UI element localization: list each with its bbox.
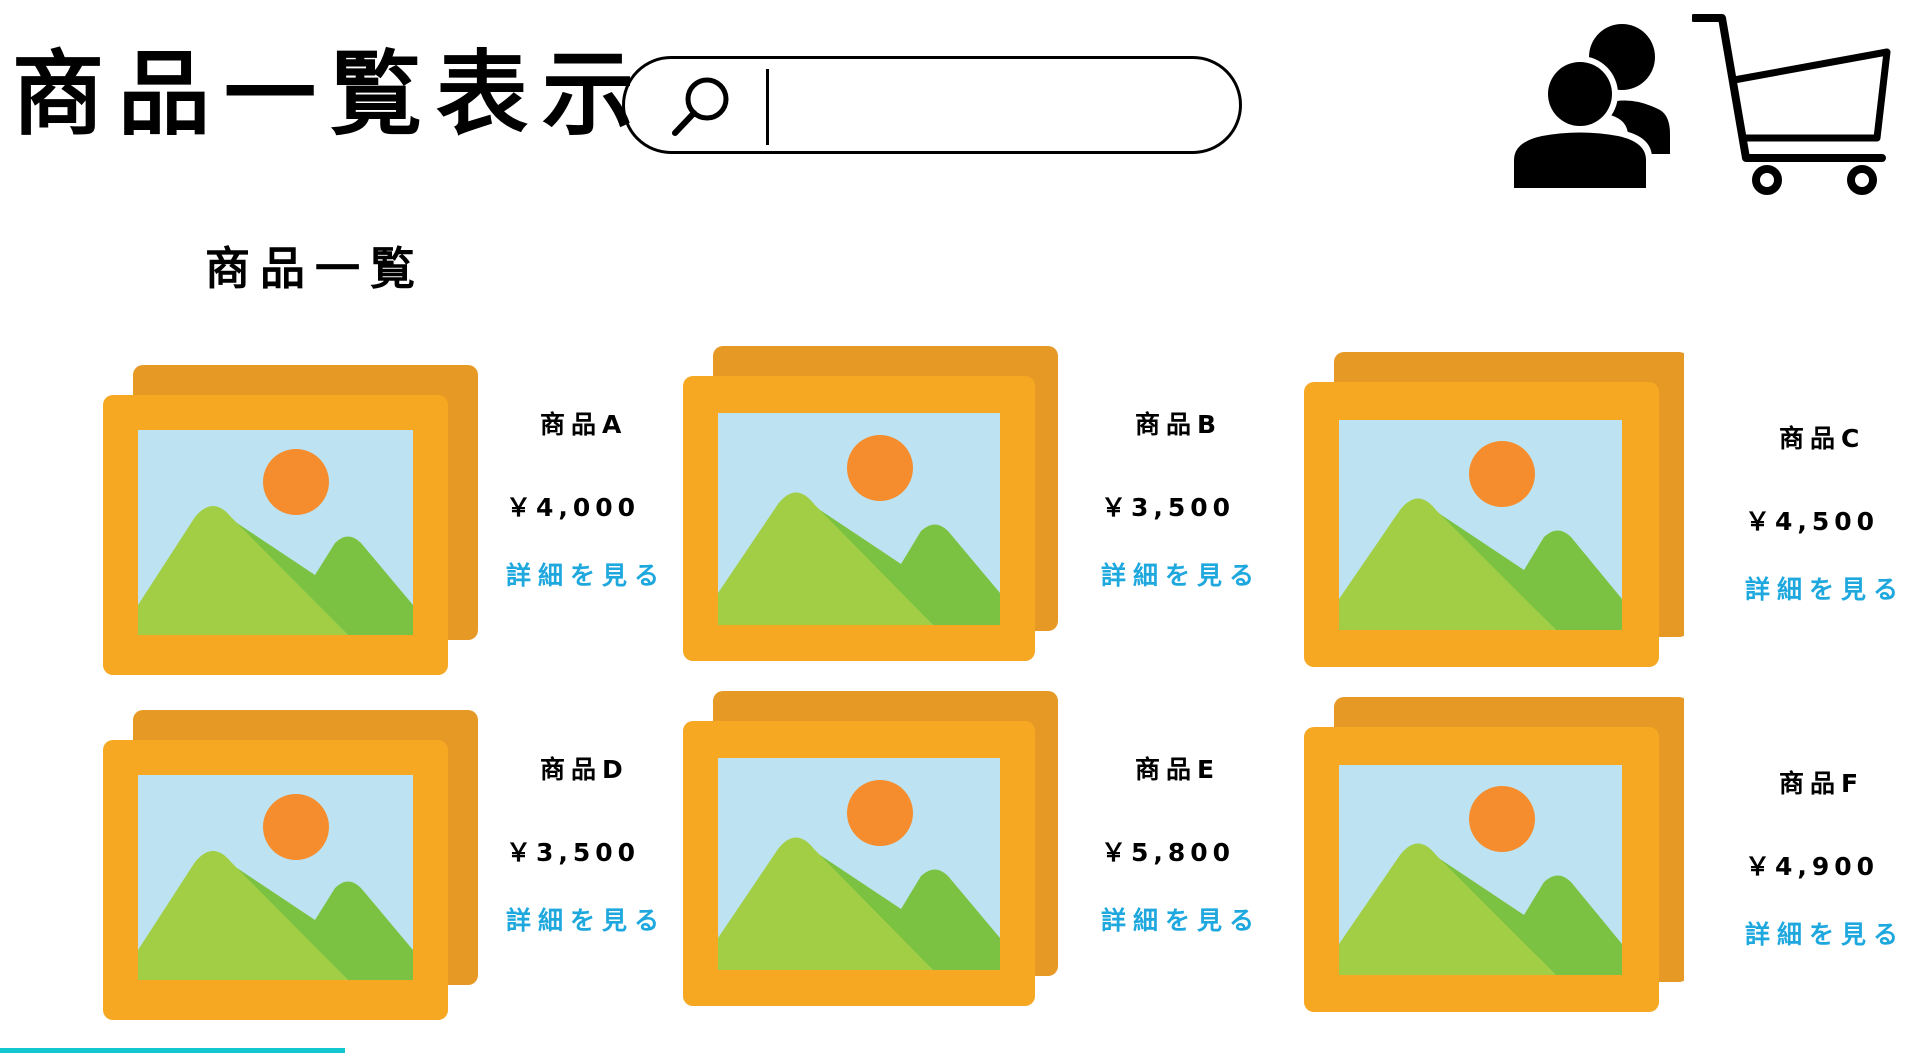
image-placeholder-icon — [683, 691, 1058, 1006]
product-name: 商品B — [1135, 410, 1223, 439]
product-card: 商品A ￥4,000 詳細を見る — [103, 365, 703, 695]
product-price: ￥4,500 — [1745, 507, 1880, 536]
image-placeholder-icon — [1304, 697, 1684, 1012]
cart-icon[interactable] — [1692, 10, 1898, 198]
product-name: 商品F — [1779, 769, 1865, 798]
view-details-link[interactable]: 詳細を見る — [506, 901, 666, 937]
product-name: 商品C — [1779, 424, 1866, 453]
product-price: ￥4,900 — [1745, 852, 1880, 881]
image-placeholder-icon — [1304, 352, 1684, 667]
product-name: 商品D — [540, 755, 629, 784]
search-bar[interactable] — [622, 56, 1242, 154]
view-details-link[interactable]: 詳細を見る — [1745, 570, 1905, 606]
view-details-link[interactable]: 詳細を見る — [1101, 556, 1261, 592]
product-card: 商品E ￥5,800 詳細を見る — [683, 691, 1283, 1021]
image-placeholder-icon — [103, 710, 478, 1020]
accent-bar — [0, 1048, 345, 1053]
view-details-link[interactable]: 詳細を見る — [506, 556, 666, 592]
text-cursor — [766, 69, 769, 145]
search-input[interactable] — [785, 73, 1209, 141]
product-card: 商品C ￥4,500 詳細を見る — [1304, 352, 1904, 682]
product-name: 商品A — [540, 410, 628, 439]
product-price: ￥3,500 — [1101, 493, 1236, 522]
users-icon[interactable] — [1500, 10, 1670, 188]
product-name: 商品E — [1135, 755, 1221, 784]
search-icon[interactable] — [665, 71, 735, 141]
product-price: ￥3,500 — [506, 838, 641, 867]
view-details-link[interactable]: 詳細を見る — [1101, 901, 1261, 937]
section-title: 商品一覧 — [205, 242, 426, 295]
product-card: 商品D ￥3,500 詳細を見る — [103, 710, 703, 1040]
product-card: 商品B ￥3,500 詳細を見る — [683, 346, 1283, 676]
product-price: ￥4,000 — [506, 493, 641, 522]
image-placeholder-icon — [683, 346, 1058, 661]
page-title: 商品一覧表示 — [12, 41, 649, 148]
image-placeholder-icon — [103, 365, 478, 675]
product-price: ￥5,800 — [1101, 838, 1236, 867]
product-card: 商品F ￥4,900 詳細を見る — [1304, 697, 1904, 1027]
view-details-link[interactable]: 詳細を見る — [1745, 915, 1905, 951]
